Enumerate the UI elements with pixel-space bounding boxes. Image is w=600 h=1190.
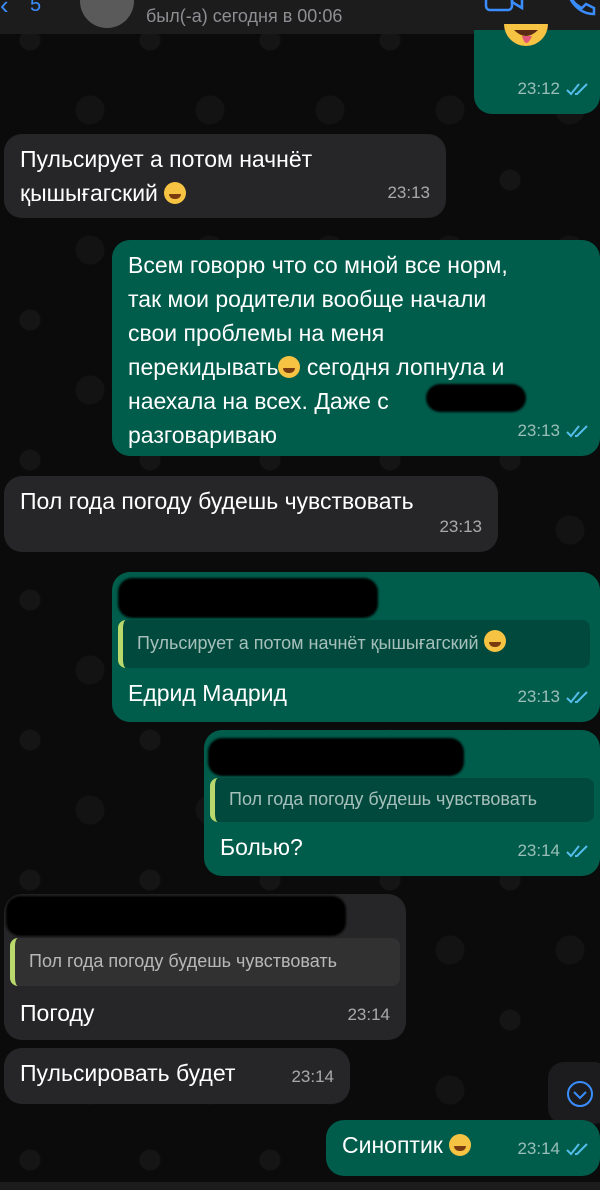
message-line: Синоптик: [342, 1132, 443, 1158]
message-line: сегодня лопнула и: [300, 354, 505, 380]
message-time: 23:13: [439, 517, 482, 536]
message-bubble-outgoing[interactable]: 23:12: [474, 24, 600, 114]
message-time: 23:14: [347, 1005, 390, 1024]
video-call-icon[interactable]: [484, 0, 524, 12]
message-meta: 23:14: [517, 1132, 590, 1166]
message-meta: 23:13: [387, 176, 430, 210]
chevron-down-icon: [567, 1081, 593, 1107]
message-time: 23:13: [517, 687, 560, 706]
message-text: Синоптик: [342, 1128, 472, 1162]
message-meta: 23:14: [347, 998, 390, 1032]
message-meta: 23:14: [517, 834, 590, 868]
message-meta: 23:14: [291, 1060, 334, 1094]
message-time: 23:12: [517, 79, 560, 98]
double-check-icon: [566, 691, 588, 704]
message-time: 23:14: [291, 1067, 334, 1086]
reply-quote[interactable]: Пол года погоду будешь чувствовать: [10, 938, 400, 986]
message-line: перекидывать: [128, 354, 279, 380]
reply-quote-text: Пол года погоду будешь чувствовать: [229, 789, 538, 809]
redaction-mark: [118, 578, 378, 618]
double-check-icon: [566, 83, 588, 96]
rofl-emoji-icon: [449, 1134, 472, 1156]
reply-quote-text: Пульсирует а потом начнёт қышығагский: [137, 633, 479, 653]
message-text: Болью?: [220, 834, 303, 860]
message-time: 23:13: [387, 183, 430, 202]
redaction-mark: [6, 896, 346, 936]
avatar[interactable]: [80, 0, 134, 28]
message-meta: 23:12: [517, 72, 590, 106]
reply-quote[interactable]: Пульсирует а потом начнёт қышығагский: [118, 620, 590, 668]
double-check-icon: [566, 845, 588, 858]
message-bubble-outgoing[interactable]: Синоптик 23:14: [326, 1120, 600, 1176]
sweat-smile-emoji-icon: [164, 182, 187, 204]
rofl-emoji-icon: [278, 356, 301, 378]
reply-quote-text: Пол года погоду будешь чувствовать: [29, 951, 338, 971]
message-bubble-incoming[interactable]: Пульсирует а потом начнёт қышығагский 23…: [4, 134, 446, 218]
message-text: Пол года погоду будешь чувствовать: [20, 488, 414, 514]
phone-call-icon[interactable]: [564, 0, 598, 16]
message-text: Погоду: [20, 1000, 95, 1026]
message-meta: 23:13: [439, 510, 482, 544]
message-line: так мои родители вообще начали: [128, 286, 487, 312]
message-line: разговариваю: [128, 422, 277, 448]
input-bar-edge: [0, 1182, 600, 1190]
message-bubble-outgoing[interactable]: Пульсирует а потом начнёт қышығагский Ед…: [112, 572, 600, 722]
message-text: Пульсировать будет: [20, 1060, 236, 1086]
message-line: қышығагский: [20, 180, 158, 206]
message-text: Едрид Мадрид: [128, 680, 287, 706]
scroll-to-bottom-button[interactable]: [548, 1062, 600, 1124]
reply-quote[interactable]: Пол года погоду будешь чувствовать: [210, 778, 594, 822]
double-check-icon: [566, 1143, 588, 1156]
sweat-smile-emoji-icon: [483, 630, 506, 652]
message-line: Всем говорю что со мной все норм,: [128, 252, 508, 278]
unread-count[interactable]: 5: [30, 0, 41, 17]
message-bubble-outgoing[interactable]: Пол года погоду будешь чувствовать Болью…: [204, 730, 600, 876]
tongue-emoji-icon: [504, 24, 548, 46]
double-check-icon: [566, 425, 588, 438]
message-line: свои проблемы на меня: [128, 320, 385, 346]
message-time: 23:14: [517, 1139, 560, 1158]
message-text: Всем говорю что со мной все норм, так мо…: [128, 248, 514, 452]
message-bubble-incoming[interactable]: Пол года погоду будешь чувствовать 23:13: [4, 476, 498, 552]
message-bubble-incoming[interactable]: Пол года погоду будешь чувствовать Погод…: [4, 894, 406, 1040]
message-meta: 23:13: [517, 680, 590, 714]
redaction-mark: [426, 384, 526, 412]
message-line: наехала на всех. Даже с: [128, 388, 389, 414]
message-time: 23:13: [517, 421, 560, 440]
message-time: 23:14: [517, 841, 560, 860]
message-meta: 23:13: [517, 414, 590, 448]
last-seen-status: был(-а) сегодня в 00:06: [146, 6, 343, 26]
message-bubble-outgoing[interactable]: Всем говорю что со мной все норм, так мо…: [112, 240, 600, 456]
chevron-left-icon[interactable]: ‹: [0, 0, 9, 21]
redaction-mark: [208, 738, 464, 776]
message-text: Пульсирует а потом начнёт қышығагский: [20, 142, 312, 210]
message-line: Пульсирует а потом начнёт: [20, 146, 313, 172]
message-bubble-incoming[interactable]: Пульсировать будет 23:14: [4, 1048, 350, 1104]
